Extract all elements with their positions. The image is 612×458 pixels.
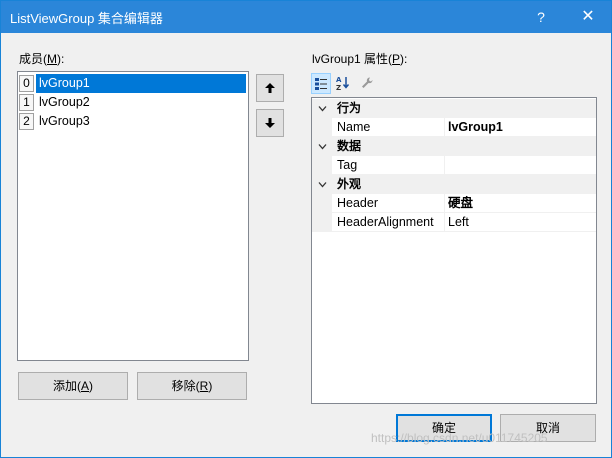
property-pages-button[interactable] xyxy=(357,73,377,94)
property-row[interactable]: Tag xyxy=(312,156,596,175)
property-grid[interactable]: 行为 Name lvGroup1 数据 Tag 外观 Header 硬盘 Hea… xyxy=(311,97,597,404)
property-row[interactable]: Name lvGroup1 xyxy=(312,118,596,137)
property-row[interactable]: HeaderAlignment Left xyxy=(312,213,596,232)
close-button[interactable]: ✕ xyxy=(565,1,611,33)
collapse-icon[interactable] xyxy=(315,139,329,154)
category-row[interactable]: 数据 xyxy=(312,137,596,156)
collapse-icon[interactable] xyxy=(315,101,329,116)
members-label: 成员(M): xyxy=(19,52,65,66)
list-item-label: lvGroup2 xyxy=(39,95,90,109)
watermark: https://blog.csdn.net/u011745205 xyxy=(371,431,548,445)
collection-editor-dialog: ListViewGroup 集合编辑器 ? ✕ 成员(M): 0 lvGroup… xyxy=(0,0,612,458)
title-bar[interactable]: ListViewGroup 集合编辑器 ? ✕ xyxy=(1,1,611,33)
categorized-button[interactable] xyxy=(311,73,331,94)
categorized-icon xyxy=(315,78,327,90)
alphabetical-button[interactable]: A Z xyxy=(333,73,353,94)
arrow-down-icon xyxy=(265,118,275,128)
category-label: 行为 xyxy=(337,101,362,115)
move-up-button[interactable] xyxy=(256,74,284,102)
move-down-button[interactable] xyxy=(256,109,284,137)
property-name: Header xyxy=(332,194,445,213)
list-item[interactable]: 1 lvGroup2 xyxy=(19,93,247,112)
list-item[interactable]: 0 lvGroup1 xyxy=(19,74,247,93)
collapse-icon[interactable] xyxy=(315,177,329,192)
property-name: Tag xyxy=(332,156,445,175)
list-item-label: lvGroup1 xyxy=(36,74,246,93)
help-button[interactable]: ? xyxy=(518,1,564,33)
property-row[interactable]: Header 硬盘 xyxy=(312,194,596,213)
list-item[interactable]: 2 lvGroup3 xyxy=(19,112,247,131)
arrow-up-icon xyxy=(265,83,275,93)
add-button[interactable]: 添加(A) xyxy=(18,372,128,400)
list-item-index: 2 xyxy=(19,113,34,130)
list-item-label: lvGroup3 xyxy=(39,114,90,128)
property-name: HeaderAlignment xyxy=(332,213,445,232)
svg-text:Z: Z xyxy=(336,84,341,91)
category-row[interactable]: 外观 xyxy=(312,175,596,194)
property-value[interactable]: Left xyxy=(445,213,596,232)
property-value[interactable]: lvGroup1 xyxy=(445,118,596,137)
property-grid-toolbar: A Z xyxy=(311,73,391,95)
wrench-icon xyxy=(362,77,373,88)
property-value[interactable]: 硬盘 xyxy=(445,194,596,213)
window-title: ListViewGroup 集合编辑器 xyxy=(10,11,163,26)
remove-button[interactable]: 移除(R) xyxy=(137,372,247,400)
svg-text:A: A xyxy=(336,76,342,84)
category-label: 数据 xyxy=(337,139,362,153)
members-listbox[interactable]: 0 lvGroup1 1 lvGroup2 2 lvGroup3 xyxy=(17,71,249,361)
list-item-index: 0 xyxy=(19,75,34,92)
category-row[interactable]: 行为 xyxy=(312,99,596,118)
properties-label: lvGroup1 属性(P): xyxy=(312,52,408,66)
property-value[interactable] xyxy=(445,156,596,175)
category-label: 外观 xyxy=(337,177,362,191)
alphabetical-icon: A Z xyxy=(336,76,350,92)
property-name: Name xyxy=(332,118,445,137)
list-item-index: 1 xyxy=(19,94,34,111)
